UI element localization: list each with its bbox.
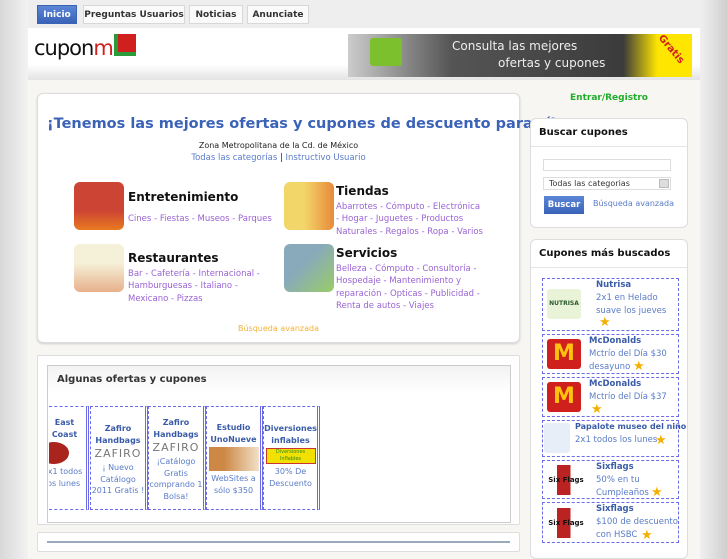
estudio-logo-icon bbox=[208, 447, 259, 471]
zafiro-logo-icon: ZAFIRO bbox=[94, 447, 142, 460]
offer-desc: ¡Catálogo Gratis comprando 1 Bolsa! bbox=[149, 457, 203, 501]
coupon-desc: 50% en tu Cumpleaños bbox=[596, 475, 649, 498]
category-title[interactable]: Entretenimiento bbox=[128, 190, 238, 204]
banner-badge: Gratis bbox=[655, 32, 687, 67]
coupon-item[interactable]: Six Flags Sixflags 50% en tu Cumpleaños … bbox=[542, 460, 679, 500]
offer-name: Diversiones inflables bbox=[264, 424, 317, 445]
tab-anunciate[interactable]: Anunciate bbox=[247, 5, 309, 24]
coupon-item[interactable]: Six Flags Sixflags $100 de descuento con… bbox=[542, 502, 679, 543]
offer-name: Zafiro Handbags bbox=[95, 424, 141, 445]
tv-icon bbox=[74, 182, 124, 230]
sixflags-logo-icon: Six Flags bbox=[543, 508, 589, 538]
star-icon: ★ bbox=[641, 528, 653, 543]
coupon-item[interactable]: NUTRISA Nutrisa 2x1 en Helado suave los … bbox=[542, 278, 679, 331]
main-panel: ¡Tenemos las mejores ofertas y cupones d… bbox=[37, 93, 556, 343]
offers-inner: Algunas ofertas y cupones East Coast 2x1… bbox=[47, 365, 511, 523]
offer-desc: ¡ Nuevo Catálogo 2011 Gratis ! bbox=[91, 463, 145, 495]
category-title[interactable]: Tiendas bbox=[336, 184, 389, 198]
coupon-desc: $100 de descuento con HSBC bbox=[596, 517, 678, 540]
category-links[interactable]: Abarrotes - Cómputo - Electrónica - Hoga… bbox=[336, 201, 484, 238]
star-icon: ★ bbox=[651, 485, 663, 500]
coupon-name: Papalote museo del niño bbox=[575, 422, 687, 431]
coupon-name: Sixflags bbox=[596, 504, 634, 514]
zafiro-logo-icon: ZAFIRO bbox=[152, 441, 200, 454]
offer-item[interactable]: East Coast 2x1 todos los lunes bbox=[49, 406, 89, 510]
header: cuponmex Consulta las mejores ofertas y … bbox=[28, 28, 700, 80]
offer-item[interactable]: Zafiro Handbags ZAFIRO ¡ Nuevo Catálogo … bbox=[90, 406, 148, 510]
mcdonalds-logo-icon: M bbox=[547, 339, 581, 369]
coupon-name: McDonalds bbox=[589, 379, 642, 389]
coupon-name: Sixflags bbox=[596, 462, 634, 472]
operator-icon bbox=[284, 244, 334, 292]
top-coupons-panel: Cupones más buscados NUTRISA Nutrisa 2x1… bbox=[530, 239, 688, 559]
tab-inicio[interactable]: Inicio bbox=[37, 5, 77, 24]
coupon-desc: 2x1 todos los lunes bbox=[575, 435, 658, 445]
zone-label: Zona Metropolitana de la Cd. de México bbox=[198, 141, 359, 150]
search-panel-title: Buscar cupones bbox=[531, 119, 687, 147]
nutrisa-logo-icon: NUTRISA bbox=[547, 289, 581, 319]
star-icon: ★ bbox=[633, 359, 645, 374]
bottom-panel bbox=[37, 532, 520, 552]
user-manual-link[interactable]: Instructivo Usuario bbox=[286, 153, 366, 163]
mcdonalds-logo-icon: M bbox=[547, 382, 581, 412]
offer-desc: WebSites a sólo $350 bbox=[211, 474, 256, 495]
search-input[interactable] bbox=[543, 159, 671, 171]
offer-name: Estudio UnoNueve bbox=[210, 423, 257, 444]
separator: | bbox=[277, 153, 286, 163]
inflables-logo-icon: Diversiones Inflables bbox=[265, 448, 316, 464]
category-links[interactable]: Cines - Fiestas - Museos - Parques bbox=[128, 213, 288, 225]
tab-preguntas-usuarios[interactable]: Preguntas Usuarios bbox=[83, 5, 185, 24]
star-icon: ★ bbox=[655, 433, 667, 448]
papalote-logo-icon bbox=[544, 423, 570, 453]
offer-item[interactable]: Diversiones inflables Diversiones Inflab… bbox=[263, 406, 320, 510]
offer-name: Zafiro Handbags bbox=[153, 418, 199, 439]
coupon-item[interactable]: M McDonalds Mctrío del Día $37 ★ bbox=[542, 377, 679, 417]
top-coupons-title: Cupones más buscados bbox=[531, 240, 687, 268]
promo-banner[interactable]: Consulta las mejores ofertas y cupones G… bbox=[348, 32, 692, 77]
chevron-down-icon bbox=[659, 179, 669, 188]
all-categories-link[interactable]: Todas las categorías bbox=[191, 153, 277, 163]
search-button[interactable]: Buscar bbox=[544, 196, 584, 214]
star-icon: ★ bbox=[591, 402, 603, 417]
top-nav: Inicio Preguntas Usuarios Noticias Anunc… bbox=[28, 0, 700, 28]
category-links[interactable]: Bar - Cafetería - Internacional - Hambur… bbox=[128, 268, 278, 305]
category-links[interactable]: Belleza - Cómputo - Consultoría - Hosped… bbox=[336, 263, 484, 312]
category-title[interactable]: Servicios bbox=[336, 246, 397, 260]
login-register-link[interactable]: Entrar/Registro bbox=[530, 93, 688, 103]
divider bbox=[47, 541, 510, 545]
logo-text: cupon bbox=[34, 36, 94, 60]
sidebar-advanced-search-link[interactable]: Búsqueda avanzada bbox=[593, 199, 674, 208]
magnifier-key-icon bbox=[370, 38, 402, 66]
pizza-logo-icon bbox=[49, 442, 69, 464]
coupon-name: Nutrisa bbox=[596, 280, 632, 290]
category-select[interactable]: Todas las categorias bbox=[543, 177, 671, 190]
offer-desc: 30% De Descuento bbox=[269, 467, 312, 488]
tab-noticias[interactable]: Noticias bbox=[189, 5, 243, 24]
coupon-item[interactable]: M McDonalds Mctrío del Día $30 desayuno … bbox=[542, 334, 679, 374]
offers-title: Algunas ofertas y cupones bbox=[48, 366, 510, 393]
offer-desc: 2x1 todos los lunes bbox=[49, 467, 83, 488]
star-icon: ★ bbox=[599, 315, 611, 330]
advanced-search-link[interactable]: Búsqueda avanzada bbox=[38, 324, 519, 333]
banner-line1: Consulta las mejores bbox=[452, 39, 578, 53]
shopper-icon bbox=[284, 182, 334, 230]
logo-tag-icon bbox=[114, 34, 136, 56]
category-title[interactable]: Restaurantes bbox=[128, 251, 218, 265]
coupon-desc: 2x1 en Helado suave los jueves bbox=[596, 293, 667, 316]
coupon-name: McDonalds bbox=[589, 336, 642, 346]
offer-item[interactable]: Estudio UnoNueve WebSites a sólo $350 bbox=[206, 406, 263, 510]
sub-links: Todas las categorías | Instructivo Usuar… bbox=[38, 153, 519, 163]
coupon-item[interactable]: Papalote museo del niño 2x1 todos los lu… bbox=[542, 420, 686, 457]
page-title: ¡Tenemos las mejores ofertas y cupones d… bbox=[47, 116, 557, 132]
offer-item[interactable]: Zafiro Handbags ZAFIRO ¡Catálogo Gratis … bbox=[148, 406, 206, 510]
banner-line2: ofertas y cupones bbox=[498, 56, 606, 70]
chef-icon bbox=[74, 244, 124, 292]
category-select-value: Todas las categorias bbox=[549, 179, 630, 188]
offers-panel: Algunas ofertas y cupones East Coast 2x1… bbox=[37, 355, 520, 525]
search-panel: Buscar cupones Todas las categorias Busc… bbox=[530, 118, 688, 228]
sixflags-logo-icon: Six Flags bbox=[543, 465, 589, 495]
offer-name: East Coast bbox=[51, 418, 78, 439]
